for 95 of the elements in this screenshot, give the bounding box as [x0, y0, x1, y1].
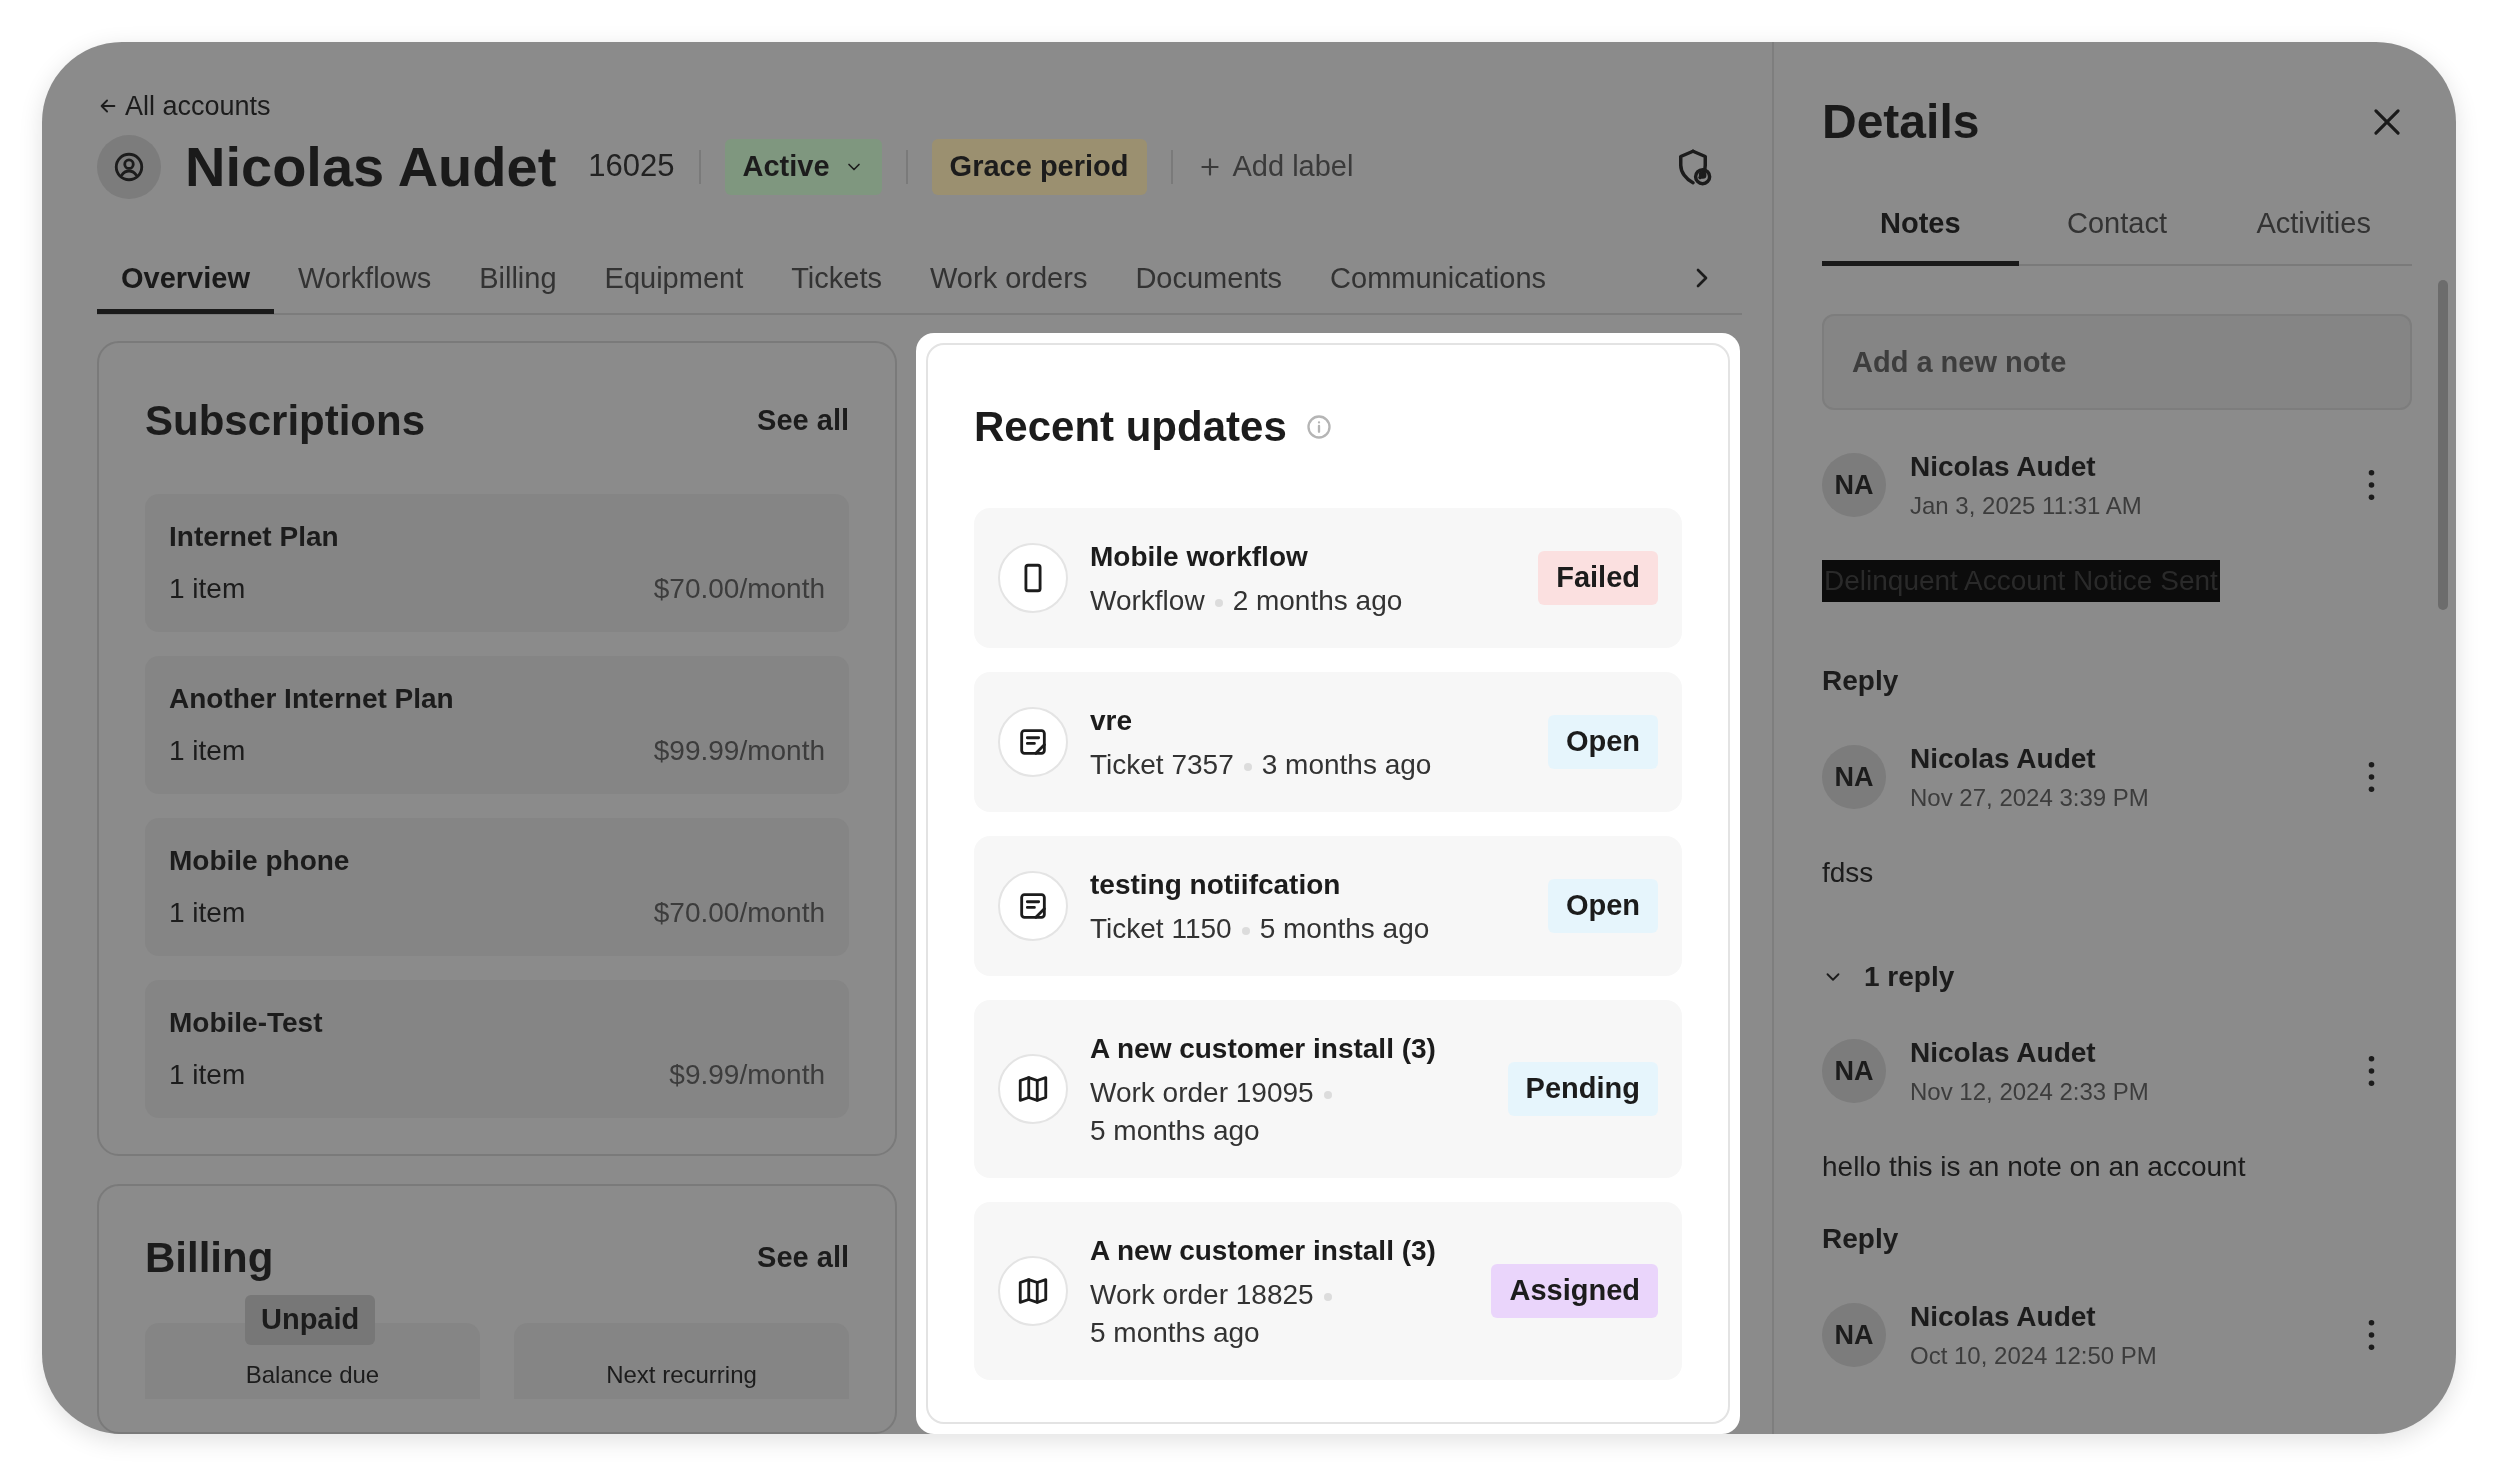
add-label-button[interactable]: Add label: [1196, 144, 1354, 189]
tab[interactable]: Work orders: [906, 243, 1112, 314]
subscription-price: $9.99/month: [669, 1058, 825, 1092]
update-time: 2 months ago: [1232, 585, 1403, 616]
more-button[interactable]: [2367, 762, 2376, 792]
note-input[interactable]: Add a new note: [1822, 314, 2412, 410]
note-author: Nicolas Audet: [1910, 450, 2097, 484]
subscription-item[interactable]: Mobile phone 1 item $70.00/month: [145, 818, 849, 956]
panel-title: Details: [1822, 94, 1980, 150]
update-title: A new customer install (3): [1090, 1032, 1437, 1066]
card-title: Subscriptions: [145, 396, 426, 446]
note-text: hello this is an note on an account: [1822, 1150, 2246, 1184]
info-icon: [1304, 412, 1333, 441]
scrollbar[interactable]: [2438, 280, 2448, 610]
update-type: Work order 18825: [1090, 1279, 1314, 1310]
tab[interactable]: Activities: [2215, 186, 2412, 266]
update-time: 3 months ago: [1261, 749, 1432, 780]
tab[interactable]: Billing: [455, 243, 581, 314]
update-type: Ticket 1150: [1090, 913, 1232, 944]
unpaid-badge: Unpaid: [245, 1295, 376, 1345]
reply-link[interactable]: Reply: [1822, 1218, 1899, 1260]
see-all-link[interactable]: See all: [757, 1235, 849, 1280]
author-avatar: NA: [1822, 1039, 1886, 1103]
update-title: vre: [1090, 704, 1134, 738]
update-title: testing notiifcation: [1090, 868, 1342, 902]
item-count: 1 item: [169, 572, 246, 606]
kebab-menu-icon: [2367, 762, 2376, 792]
update-title: A new customer install (3): [1090, 1234, 1437, 1268]
more-button[interactable]: [2367, 1056, 2376, 1086]
tab[interactable]: Contact: [2018, 186, 2216, 266]
kebab-menu-icon: [2367, 1056, 2376, 1086]
status-badge: Open: [1547, 715, 1658, 769]
tab[interactable]: Workflows: [274, 243, 456, 314]
note-text: fdss: [1822, 856, 1874, 890]
status-badge: Pending: [1507, 1062, 1658, 1116]
subscription-name: Mobile-Test: [169, 1006, 324, 1040]
tab[interactable]: Notes: [1822, 186, 2019, 266]
subscription-name: Another Internet Plan: [169, 682, 455, 716]
note-date: Nov 27, 2024 3:39 PM: [1910, 783, 2150, 813]
update-type: Work order 19095: [1090, 1077, 1314, 1108]
kebab-menu-icon: [2367, 470, 2376, 500]
tab[interactable]: Documents: [1111, 243, 1307, 314]
update-item[interactable]: A new customer install (3) Work order 18825 5 months ago Assigned: [974, 1202, 1682, 1380]
tile-label: Balance due: [245, 1360, 380, 1390]
author-avatar: NA: [1822, 745, 1886, 809]
update-item[interactable]: testing notiifcation Ticket 1150 5 months ago Open: [974, 836, 1682, 976]
tile-label: Next recurring: [606, 1360, 757, 1390]
update-type: Ticket 7357: [1090, 749, 1234, 780]
item-count: 1 item: [169, 734, 246, 768]
note-date: Jan 3, 2025 11:31 AM: [1910, 491, 2143, 521]
status-dropdown[interactable]: Active: [724, 138, 882, 195]
note-author: Nicolas Audet: [1910, 742, 2097, 776]
subscription-price: $99.99/month: [653, 734, 825, 768]
see-all-link[interactable]: See all: [757, 398, 849, 443]
tab[interactable]: Communications: [1306, 243, 1571, 314]
status-badge: Failed: [1538, 551, 1658, 605]
note-author: Nicolas Audet: [1910, 1300, 2097, 1334]
subscription-price: $70.00/month: [653, 896, 825, 930]
subscription-name: Mobile phone: [169, 844, 351, 878]
update-type: Workflow: [1090, 585, 1205, 616]
update-item[interactable]: A new customer install (3) Work order 19095 5 months ago Pending: [974, 1000, 1682, 1178]
subscription-item[interactable]: Mobile-Test 1 item $9.99/month: [145, 980, 849, 1118]
card-title: Billing: [145, 1233, 274, 1283]
account-label: Grace period: [931, 138, 1147, 195]
more-button[interactable]: [2367, 1320, 2376, 1350]
back-link[interactable]: All accounts: [97, 86, 271, 127]
tab[interactable]: Overview: [97, 243, 274, 314]
update-title: Mobile workflow: [1090, 540, 1309, 574]
subscription-price: $70.00/month: [653, 572, 825, 606]
subscription-name: Internet Plan: [169, 520, 340, 554]
item-count: 1 item: [169, 1058, 246, 1092]
tab[interactable]: Tickets: [767, 243, 906, 314]
kebab-menu-icon: [2367, 1320, 2376, 1350]
status-badge: Open: [1547, 879, 1658, 933]
update-time: 5 months ago: [1090, 1115, 1260, 1146]
item-count: 1 item: [169, 896, 246, 930]
author-avatar: NA: [1822, 453, 1886, 517]
more-button[interactable]: [2367, 470, 2376, 500]
update-time: 5 months ago: [1259, 913, 1430, 944]
update-item[interactable]: Mobile workflow Workflow 2 months ago Failed: [974, 508, 1682, 648]
note-author: Nicolas Audet: [1910, 1036, 2097, 1070]
reply-link[interactable]: Reply: [1822, 660, 1899, 702]
status-badge: Assigned: [1491, 1264, 1658, 1318]
subscription-item[interactable]: Internet Plan 1 item $70.00/month: [145, 494, 849, 632]
subscription-item[interactable]: Another Internet Plan 1 item $99.99/month: [145, 656, 849, 794]
author-avatar: NA: [1822, 1303, 1886, 1367]
tab[interactable]: Equipment: [580, 243, 768, 314]
note-date: Nov 12, 2024 2:33 PM: [1910, 1077, 2150, 1107]
account-name: Nicolas Audet: [185, 138, 557, 195]
account-number: 16025: [588, 147, 675, 186]
update-item[interactable]: vre Ticket 7357 3 months ago Open: [974, 672, 1682, 812]
update-time: 5 months ago: [1090, 1317, 1260, 1348]
card-title: Recent updates: [974, 402, 1287, 452]
replies-toggle[interactable]: 1 reply: [1822, 956, 1955, 998]
note-date: Oct 10, 2024 12:50 PM: [1910, 1341, 2158, 1371]
